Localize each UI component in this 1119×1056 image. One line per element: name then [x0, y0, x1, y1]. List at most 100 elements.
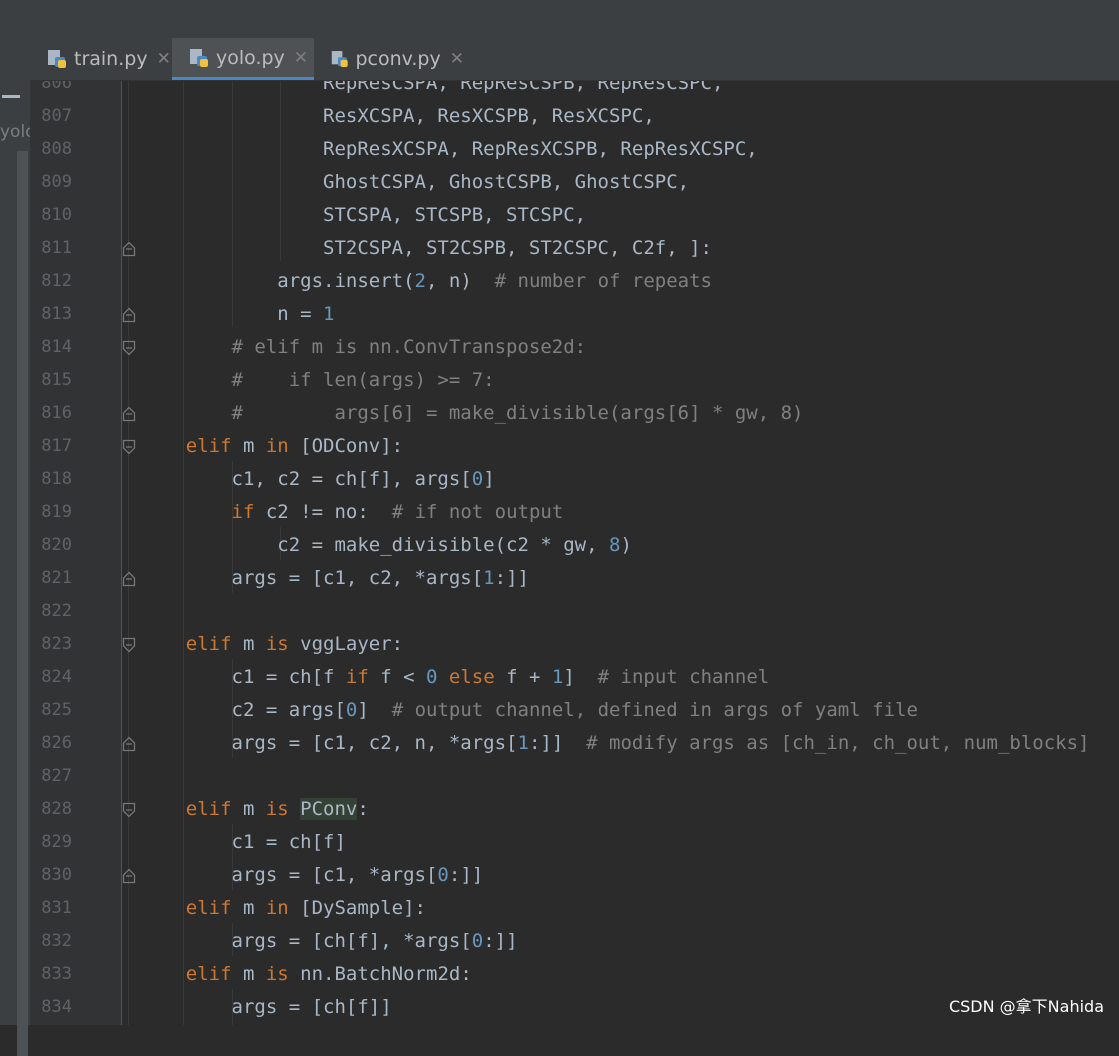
fold-start-icon[interactable] — [122, 637, 136, 653]
text-token: :]] — [528, 732, 587, 754]
project-tree-label[interactable]: yolo — [0, 122, 30, 142]
code-text: args = [c1, c2, *args[1:]] — [140, 562, 529, 595]
code-line[interactable]: 806 RepResCSPA, RepResCSPB, RepResCSPC, — [30, 81, 1119, 100]
line-number: 809 — [41, 172, 72, 192]
line-number: 812 — [41, 271, 72, 291]
code-line[interactable]: 822 — [30, 595, 1119, 628]
fold-end-icon[interactable] — [122, 406, 136, 422]
line-number: 811 — [41, 238, 72, 258]
keyword-token: if — [345, 666, 381, 688]
highlighted-token: PConv — [300, 798, 358, 820]
code-line[interactable]: 815 # if len(args) >= 7: — [30, 364, 1119, 397]
fold-end-icon[interactable] — [122, 307, 136, 323]
line-number: 828 — [41, 799, 72, 819]
comment-token: # if not output — [391, 501, 564, 523]
code-line[interactable]: 811 ST2CSPA, ST2CSPB, ST2CSPC, C2f, ]: — [30, 232, 1119, 265]
text-token: args = [c1, *args[ — [140, 864, 438, 886]
fold-end-icon[interactable] — [122, 868, 136, 884]
code-line[interactable]: 813 n = 1 — [30, 298, 1119, 331]
code-line[interactable]: 824 c1 = ch[f if f < 0 else f + 1] # inp… — [30, 661, 1119, 694]
code-text: args = [c1, c2, n, *args[1:]] # modify a… — [140, 727, 1090, 760]
text-token: : — [357, 798, 369, 820]
close-icon[interactable]: ✕ — [294, 48, 308, 68]
line-number: 810 — [41, 205, 72, 225]
code-line[interactable]: 808 RepResXCSPA, RepResXCSPB, RepResXCSP… — [30, 133, 1119, 166]
line-number: 814 — [41, 337, 72, 357]
code-text: ResXCSPA, ResXCSPB, ResXCSPC, — [140, 100, 655, 133]
code-line[interactable]: 828 elif m is PConv: — [30, 793, 1119, 826]
fold-end-icon[interactable] — [122, 241, 136, 257]
text-token: m — [242, 798, 266, 820]
keyword-token: if — [140, 501, 266, 523]
code-line[interactable]: 825 c2 = args[0] # output channel, defin… — [30, 694, 1119, 727]
code-text: c2 = args[0] # output channel, defined i… — [140, 694, 918, 727]
comment-token: # number of repeats — [494, 270, 712, 292]
line-number: 819 — [41, 502, 72, 522]
text-token: :]] — [483, 930, 518, 952]
code-line[interactable]: 817 elif m in [ODConv]: — [30, 430, 1119, 463]
code-line[interactable]: 810 STCSPA, STCSPB, STCSPC, — [30, 199, 1119, 232]
text-token: c1, c2 = ch[f], args[ — [140, 468, 472, 490]
keyword-token: is — [265, 963, 301, 985]
code-line[interactable]: 814 # elif m is nn.ConvTranspose2d: — [30, 331, 1119, 364]
text-token: ) — [620, 534, 632, 556]
number-token: 0 — [471, 468, 484, 490]
code-line[interactable]: 818 c1, c2 = ch[f], args[0] — [30, 463, 1119, 496]
code-line[interactable]: 820 c2 = make_divisible(c2 * gw, 8) — [30, 529, 1119, 562]
code-line[interactable]: 823 elif m is vggLayer: — [30, 628, 1119, 661]
code-text: RepResCSPA, RepResCSPB, RepResCSPC, — [140, 81, 723, 100]
close-icon[interactable]: ✕ — [450, 49, 464, 69]
number-token: 0 — [426, 666, 449, 688]
text-token: f + — [506, 666, 552, 688]
code-line[interactable]: 829 c1 = ch[f] — [30, 826, 1119, 859]
code-line[interactable]: 827 — [30, 760, 1119, 793]
line-number: 813 — [41, 304, 72, 324]
keyword-token: elif — [140, 435, 243, 457]
text-token: STCSPA, STCSPB, STCSPC, — [140, 204, 587, 226]
code-line[interactable]: 807 ResXCSPA, ResXCSPB, ResXCSPC, — [30, 100, 1119, 133]
tab-train-py[interactable]: train.py ✕ — [30, 38, 172, 80]
fold-start-icon[interactable] — [122, 439, 136, 455]
tab-label: yolo.py — [216, 46, 285, 69]
number-token: 8 — [609, 534, 621, 556]
code-text: elif m is PConv: — [140, 793, 369, 826]
code-text: args.insert(2, n) # number of repeats — [140, 265, 712, 298]
code-text: RepResXCSPA, RepResXCSPB, RepResXCSPC, — [140, 133, 758, 166]
code-line[interactable]: 821 args = [c1, c2, *args[1:]] — [30, 562, 1119, 595]
text-token: m — [242, 633, 266, 655]
number-token: 1 — [551, 666, 564, 688]
code-line[interactable]: 816 # args[6] = make_divisible(args[6] *… — [30, 397, 1119, 430]
code-text: c2 = make_divisible(c2 * gw, 8) — [140, 529, 632, 562]
code-line[interactable]: 809 GhostCSPA, GhostCSPB, GhostCSPC, — [30, 166, 1119, 199]
code-line[interactable]: 826 args = [c1, c2, n, *args[1:]] # modi… — [30, 727, 1119, 760]
code-line[interactable]: 830 args = [c1, *args[0:]] — [30, 859, 1119, 892]
keyword-token: in — [265, 435, 301, 457]
code-text: # elif m is nn.ConvTranspose2d: — [140, 331, 587, 364]
text-token: args.insert( — [140, 270, 415, 292]
text-token: vggLayer: — [300, 633, 404, 655]
code-line[interactable]: 832 args = [ch[f], *args[0:]] — [30, 925, 1119, 958]
fold-end-icon[interactable] — [122, 571, 136, 587]
line-number: 827 — [41, 766, 72, 786]
close-icon[interactable]: ✕ — [157, 49, 171, 69]
collapse-icon[interactable] — [2, 95, 20, 98]
code-editor[interactable]: 806 RepResCSPA, RepResCSPB, RepResCSPC, 8… — [30, 81, 1119, 1025]
fold-end-icon[interactable] — [122, 736, 136, 752]
fold-start-icon[interactable] — [122, 802, 136, 818]
keyword-token: else — [448, 666, 507, 688]
code-line[interactable]: 831 elif m in [DySample]: — [30, 892, 1119, 925]
code-line[interactable]: 833 elif m is nn.BatchNorm2d: — [30, 958, 1119, 991]
code-text: args = [c1, *args[0:]] — [140, 859, 484, 892]
python-file-icon — [48, 50, 66, 68]
title-bar — [0, 0, 1119, 39]
line-number: 815 — [41, 370, 72, 390]
code-line[interactable]: 812 args.insert(2, n) # number of repeat… — [30, 265, 1119, 298]
number-token: 1 — [483, 567, 495, 589]
number-token: 1 — [323, 303, 335, 325]
code-line[interactable]: 819 if c2 != no: # if not output — [30, 496, 1119, 529]
tab-yolo-py[interactable]: yolo.py ✕ — [172, 38, 314, 80]
project-scrollbar[interactable] — [17, 151, 28, 1056]
text-token: args = [ch[f]] — [140, 996, 392, 1018]
tab-pconv-py[interactable]: pconv.py ✕ — [314, 38, 464, 80]
fold-start-icon[interactable] — [122, 340, 136, 356]
